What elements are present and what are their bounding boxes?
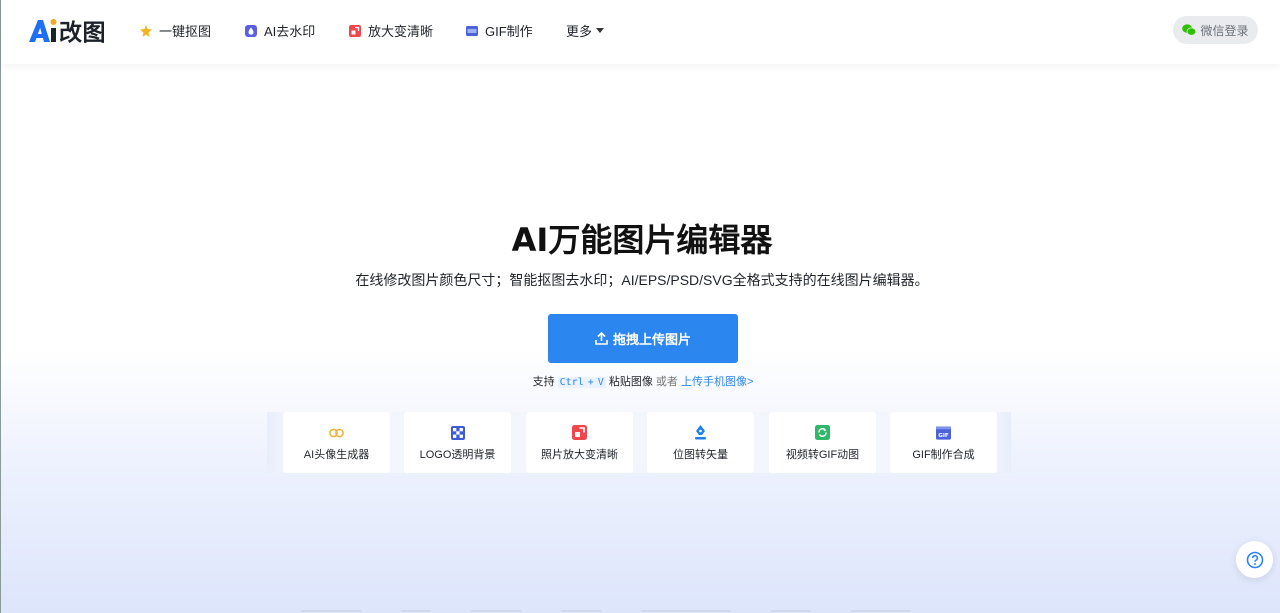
divider xyxy=(771,610,811,612)
wechat-login-button[interactable]: 微信登录 xyxy=(1173,16,1258,44)
tool-label: 位图转矢量 xyxy=(673,449,728,461)
tool-card-photo-enlarge[interactable]: 照片放大变清晰 xyxy=(526,412,633,473)
paste-prefix: 支持 xyxy=(532,376,555,388)
divider xyxy=(471,610,521,612)
tool-card-bitmap-vector[interactable]: 位图转矢量 xyxy=(647,412,754,473)
divider xyxy=(561,610,601,612)
key-ctrl: Ctrl xyxy=(557,377,586,388)
logo-ai-icon xyxy=(29,19,57,42)
tool-card-video-gif[interactable]: 视频转GIF动图 xyxy=(769,412,876,473)
gif-icon xyxy=(466,25,478,36)
divider xyxy=(301,610,361,612)
tool-label: LOGO透明背景 xyxy=(419,449,496,461)
nav-item-label: 更多 xyxy=(566,24,593,39)
login-label: 微信登录 xyxy=(1200,23,1249,38)
svg-text:GIF: GIF xyxy=(938,432,949,438)
upload-label: 拖拽上传图片 xyxy=(612,332,691,347)
divider xyxy=(641,610,731,612)
enlarge-icon xyxy=(349,24,361,37)
key-plus: + xyxy=(585,377,596,388)
chevron-down-icon xyxy=(596,28,605,33)
nav-item-watermark[interactable]: AI去水印 xyxy=(245,21,315,40)
mobile-upload-link[interactable]: 上传手机图像> xyxy=(681,376,753,388)
tool-card-ai-avatar[interactable]: AI头像生成器 xyxy=(283,412,390,473)
paste-hint: 支持 Ctrl + V 粘贴图像 或者 上传手机图像> xyxy=(1,373,1280,389)
key-v: V xyxy=(595,377,606,388)
help-question-icon xyxy=(1246,551,1263,568)
enlarge-icon xyxy=(572,425,587,440)
nav-item-label: 放大变清晰 xyxy=(368,24,434,39)
nav-item-more[interactable]: 更多 xyxy=(566,21,605,40)
tool-label: GIF制作合成 xyxy=(912,449,975,461)
tool-label: 视频转GIF动图 xyxy=(785,449,860,461)
tool-card-logo-transparent[interactable]: LOGO透明背景 xyxy=(404,412,511,473)
page-title: AI万能图片编辑器 xyxy=(511,221,773,259)
upload-image-button[interactable]: 拖拽上传图片 xyxy=(548,314,738,363)
upload-icon xyxy=(595,332,608,345)
below-fold-hint xyxy=(301,606,1261,613)
or-text: 或者 xyxy=(655,376,678,388)
nav-item-label: 一键抠图 xyxy=(159,24,212,39)
page-subtitle: 在线修改图片颜色尺寸；智能抠图去水印；AI/EPS/PSD/SVG全格式支持的在… xyxy=(355,272,929,288)
tool-card-gif-maker[interactable]: GIF GIF制作合成 xyxy=(890,412,997,473)
nav-item-gif[interactable]: GIF制作 xyxy=(466,21,533,40)
paste-suffix: 粘贴图像 xyxy=(608,376,653,388)
video-refresh-icon xyxy=(815,425,830,440)
site-logo[interactable]: 改图 xyxy=(28,16,106,45)
divider xyxy=(851,610,911,612)
cutout-star-icon xyxy=(140,24,152,37)
water-drop-icon xyxy=(245,24,257,37)
gif-icon: GIF xyxy=(936,425,951,440)
checkerboard-icon xyxy=(450,425,465,440)
pen-nib-icon xyxy=(693,425,708,440)
tool-label: AI头像生成器 xyxy=(303,449,370,461)
nav-item-cutout[interactable]: 一键抠图 xyxy=(140,21,211,40)
ai-avatar-icon xyxy=(329,425,344,440)
logo-text: 改图 xyxy=(59,19,106,45)
help-button[interactable] xyxy=(1236,541,1273,578)
tool-label: 照片放大变清晰 xyxy=(541,449,618,461)
wechat-icon xyxy=(1182,24,1197,36)
nav-item-enlarge[interactable]: 放大变清晰 xyxy=(349,21,433,40)
divider xyxy=(401,610,431,612)
nav-item-label: GIF制作 xyxy=(485,24,533,39)
top-header: 改图 一键抠图 AI去水印 放大变清晰 GIF制作 更多 微信登录 xyxy=(1,0,1280,64)
nav-item-label: AI去水印 xyxy=(264,24,316,39)
